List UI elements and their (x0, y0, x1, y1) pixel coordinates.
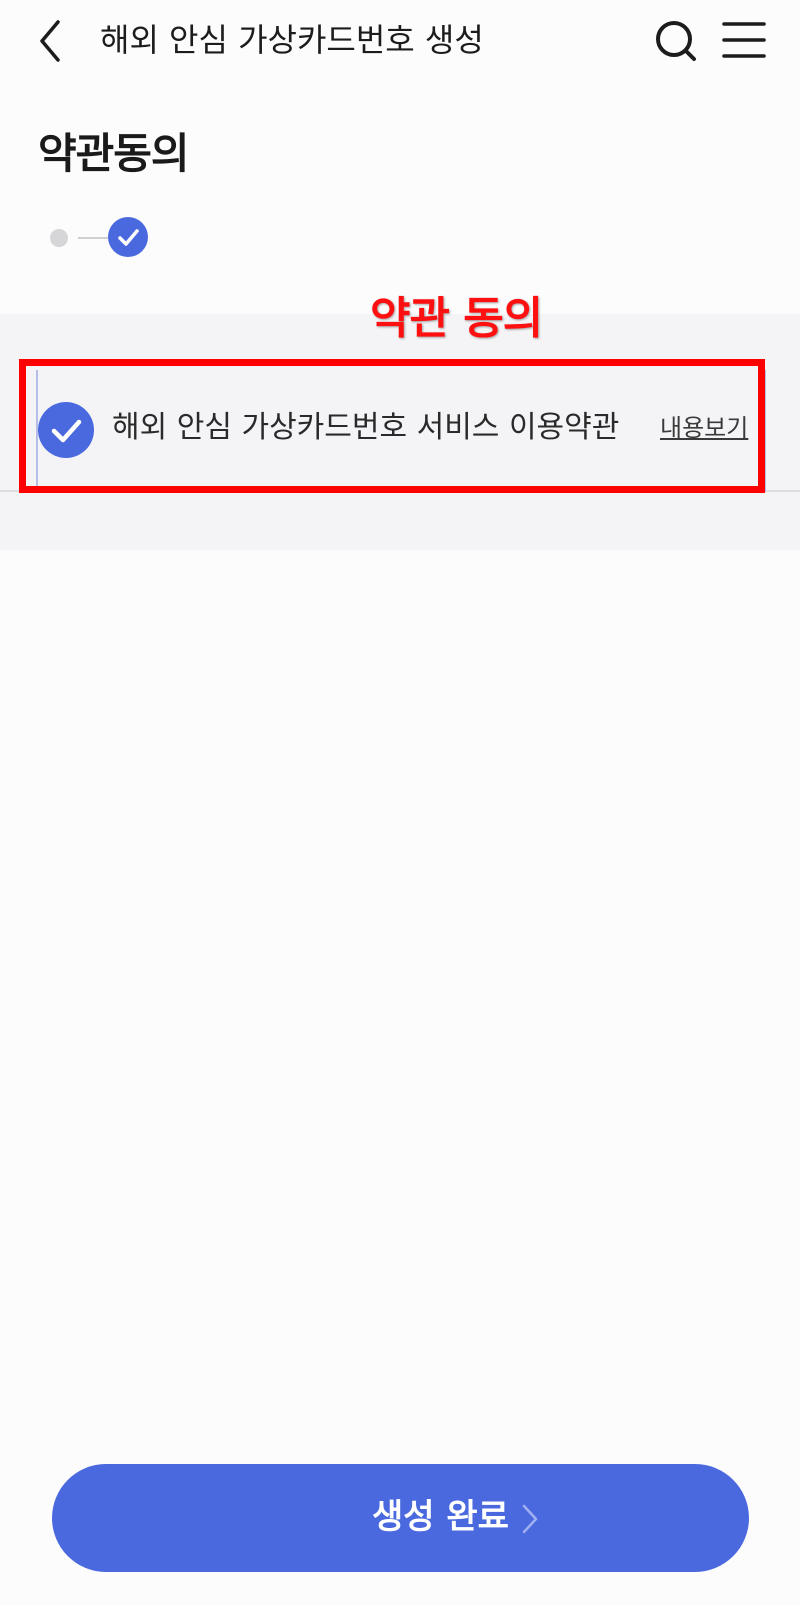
page-title: 해외 안심 가상카드번호 생성 (100, 21, 484, 59)
step-2-current (108, 217, 148, 257)
search-button[interactable] (652, 16, 700, 66)
complete-button-label: 생성 완료 (372, 1497, 509, 1537)
back-button[interactable] (30, 14, 74, 68)
step-connector (78, 237, 108, 239)
annotation-highlight-box (19, 359, 765, 493)
hamburger-menu-icon (722, 22, 766, 58)
chevron-left-icon (40, 20, 60, 62)
top-app-bar: 해외 안심 가상카드번호 생성 (0, 0, 800, 84)
chevron-right-icon (520, 1502, 540, 1536)
menu-button[interactable] (720, 16, 768, 66)
annotation-label: 약관 동의 (370, 293, 543, 344)
complete-button[interactable]: 생성 완료 (52, 1464, 749, 1572)
search-icon (656, 21, 696, 61)
section-heading: 약관동의 (38, 129, 190, 178)
check-icon (118, 229, 139, 246)
step-indicator (48, 215, 158, 259)
step-1-dot (50, 229, 68, 247)
